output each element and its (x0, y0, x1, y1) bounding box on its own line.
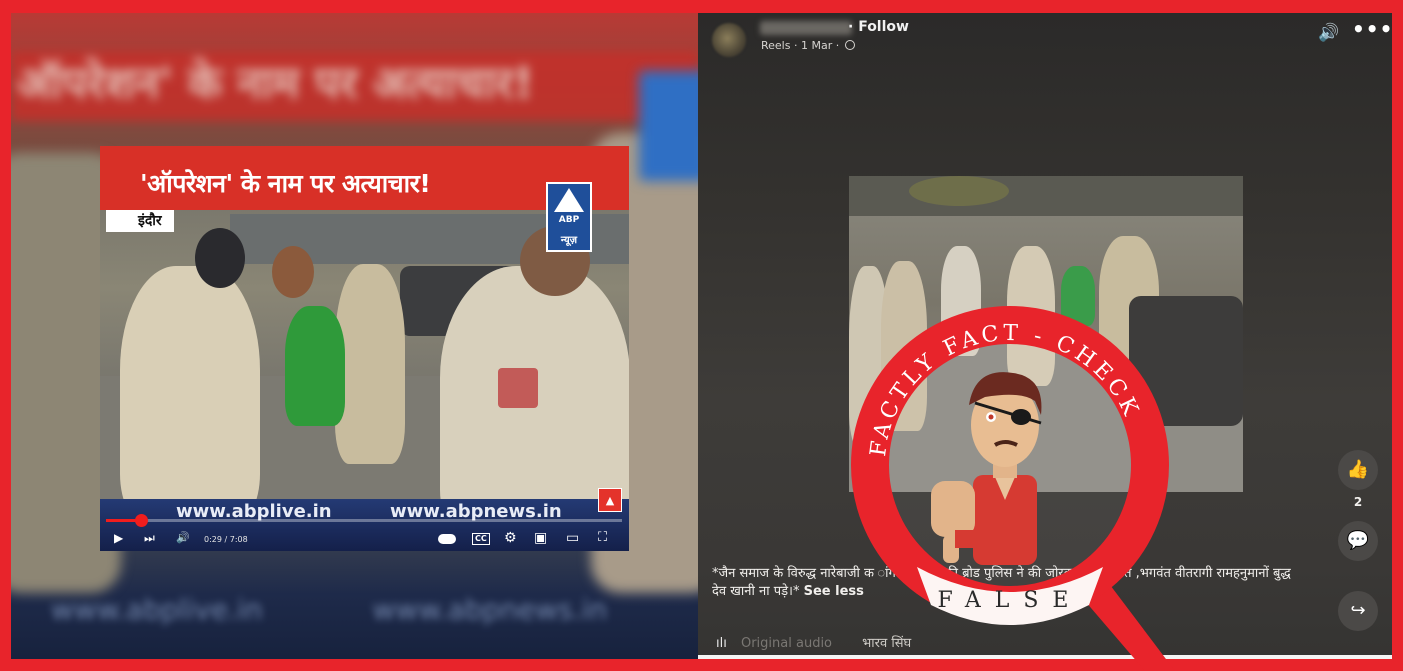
video-figure-green-shirt-head (272, 246, 314, 298)
video-progress-scrubber[interactable] (135, 514, 149, 527)
video-player[interactable]: 'ऑपरेशन' के नाम पर अत्याचार! इंदौर ABP न… (100, 146, 629, 551)
background-channel-logo (639, 71, 698, 181)
volume-icon[interactable]: 🔊 (176, 529, 190, 547)
comment-button[interactable]: 💬 (1338, 521, 1378, 561)
author-name-blurred[interactable] (760, 21, 852, 35)
video-controls: ▶ ⏭ 🔊 0:29 / 7:08 CC ⚙ ▣ ▭ ⛶ (100, 529, 629, 551)
fullscreen-icon[interactable]: ⛶ (598, 529, 607, 547)
background-url-right: www.abpnews.in (372, 593, 608, 626)
abp-logo-text: ABP (558, 215, 580, 225)
reel-scene-tree (909, 176, 1009, 206)
video-headline: 'ऑपरेशन' के नाम पर अत्याचार! (140, 169, 431, 198)
post-meta-text: Reels · 1 Mar · (761, 39, 840, 52)
share-icon: ↪ (1350, 600, 1366, 621)
like-button[interactable]: 👍 (1338, 450, 1378, 490)
captions-icon[interactable]: CC (472, 533, 490, 545)
video-figure-green-shirt-man (285, 306, 345, 426)
thumbs-up-icon: 👍 (1346, 459, 1370, 480)
settings-icon[interactable]: ⚙ (504, 529, 517, 547)
background-headline: ऑपरेशन' के नाम पर अत्याचार! (11, 51, 698, 121)
video-figure-policeman-middle (335, 264, 405, 464)
miniplayer-icon[interactable]: ▣ (534, 529, 547, 547)
more-options-icon[interactable]: ••• (1352, 17, 1393, 41)
abp-news-logo: ABP न्यूज़ (546, 182, 592, 252)
reel-scene-awning (849, 176, 1243, 216)
next-icon[interactable]: ⏭ (144, 529, 155, 547)
volume-icon[interactable]: 🔊 (1318, 23, 1339, 43)
background-url-strip: www.abplive.in www.abpnews.in (51, 593, 698, 626)
post-meta: Reels · 1 Mar · (761, 39, 855, 52)
post-header: · Follow Reels · 1 Mar · 🔊 ••• (698, 13, 1392, 63)
video-figure-policeman-left (120, 266, 260, 526)
video-bottom-bar: www.abplive.in www.abpnews.in ▶ ⏭ 🔊 0:29… (100, 499, 629, 551)
avatar[interactable] (712, 23, 746, 57)
autoplay-toggle[interactable] (438, 534, 456, 544)
video-time: 0:29 / 7:08 (204, 535, 248, 544)
youtube-screenshot-panel: ऑपरेशन' के नाम पर अत्याचार! www.abplive.… (11, 13, 698, 659)
false-verdict-label: FALSE (938, 588, 1083, 613)
play-icon[interactable]: ▶ (114, 529, 123, 547)
share-button[interactable]: ↪ (1338, 591, 1378, 631)
audio-label[interactable]: Original audio (741, 636, 832, 651)
abp-logo-subtext: न्यूज़ (560, 235, 578, 246)
video-progress-bar[interactable] (106, 514, 622, 527)
background-url-left: www.abplive.in (51, 593, 263, 626)
abp-triangle-icon (554, 188, 584, 212)
abp-chevron-up-icon[interactable]: ▲ (598, 488, 622, 512)
video-figure-policeman-left-cap (195, 228, 245, 288)
audio-wave-icon: ılı (716, 636, 727, 651)
follow-button[interactable]: · Follow (848, 19, 909, 35)
like-count: 2 (1353, 495, 1363, 509)
theater-mode-icon[interactable]: ▭ (566, 529, 579, 547)
factly-false-stamp: FACTLY FACT - CHECK FALSE (851, 306, 1175, 671)
globe-icon (844, 40, 855, 50)
video-city-tag: इंदौर (106, 210, 174, 232)
comment-icon: 💬 (1346, 530, 1370, 551)
video-figure-shoulder-badge (498, 368, 538, 408)
